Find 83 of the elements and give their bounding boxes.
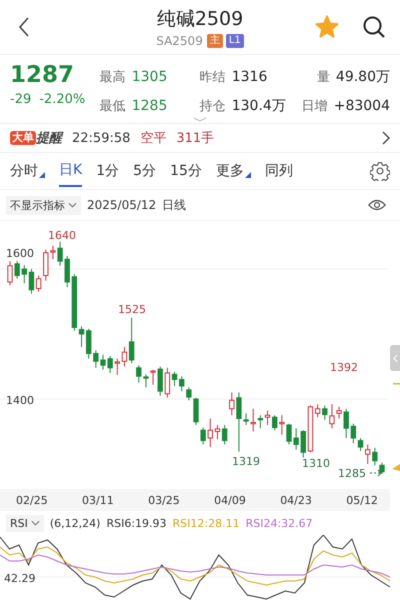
price-annotation: 1310 bbox=[302, 457, 330, 470]
price-annotation: 1640 bbox=[48, 229, 76, 242]
alert-bar[interactable]: 大单提醒 22:59:58 空平 311手 bbox=[0, 123, 400, 153]
date-axis-label: 02/25 bbox=[16, 494, 48, 506]
alert-time: 22:59:58 bbox=[72, 130, 130, 146]
stat-value: 1305 bbox=[132, 68, 168, 85]
contract-code: SA2509 bbox=[156, 34, 203, 48]
back-icon[interactable] bbox=[18, 16, 30, 38]
stat-label: 最高 bbox=[100, 68, 126, 86]
chart-period: 日线 bbox=[162, 196, 186, 214]
period-tab[interactable]: 5分 bbox=[133, 156, 156, 186]
price-axis-label: 1400 bbox=[6, 394, 34, 407]
rsi-value: RSI24:32.67 bbox=[246, 516, 313, 530]
indicator-dropdown[interactable]: 不显示指标 bbox=[6, 196, 81, 214]
price-axis-label: 1600 bbox=[6, 247, 34, 260]
stat-label: 最低 bbox=[100, 98, 126, 116]
candle bbox=[86, 328, 92, 360]
period-tab[interactable]: 分时 bbox=[10, 156, 45, 186]
star-icon[interactable] bbox=[314, 14, 340, 40]
market-badge: 主 bbox=[206, 34, 223, 48]
stat-label: 昨结 bbox=[200, 68, 226, 86]
candle bbox=[200, 427, 206, 445]
stat-value: +83004 bbox=[334, 98, 390, 114]
percent-change: -2.20% bbox=[39, 92, 86, 107]
candle bbox=[114, 358, 120, 376]
caret-icon bbox=[30, 520, 40, 526]
alert-title: 提醒 bbox=[36, 130, 62, 147]
period-tab[interactable]: 更多 bbox=[216, 156, 251, 186]
stat-label: 日增 bbox=[302, 98, 328, 116]
stat-value: 1285 bbox=[132, 98, 168, 114]
price-annotation: 1319 bbox=[232, 455, 260, 468]
date-axis-label: 04/09 bbox=[214, 494, 246, 506]
date-axis-label: 04/23 bbox=[280, 494, 312, 506]
candle bbox=[344, 408, 349, 438]
period-tab[interactable]: 1分 bbox=[96, 156, 120, 186]
candle bbox=[64, 256, 70, 288]
date-axis-label: 05/12 bbox=[346, 494, 378, 506]
indicator-selector[interactable]: RSI bbox=[6, 514, 44, 532]
date-axis-label: 03/25 bbox=[148, 494, 180, 506]
search-icon[interactable] bbox=[362, 15, 386, 39]
chart-date: 2025/05/12 bbox=[87, 198, 156, 212]
chevron-right-icon bbox=[382, 131, 390, 145]
stat-value: 130.4万 bbox=[232, 97, 286, 116]
stat-value: 1316 bbox=[232, 68, 268, 85]
stat-label: 量 bbox=[316, 68, 330, 86]
alert-tag: 大单 bbox=[10, 131, 36, 145]
candle bbox=[43, 249, 48, 282]
price-annotation: 1525 bbox=[118, 303, 146, 316]
candle bbox=[208, 418, 213, 448]
rsi-params: (6,12,24) bbox=[50, 516, 100, 530]
candle bbox=[158, 366, 163, 396]
candle bbox=[22, 264, 27, 284]
settings-icon[interactable] bbox=[370, 161, 390, 181]
side-handle[interactable] bbox=[390, 345, 400, 371]
period-tab[interactable]: 日K bbox=[59, 155, 82, 187]
stat-label: 持仓 bbox=[200, 98, 226, 116]
candle bbox=[250, 408, 256, 432]
candle bbox=[179, 376, 184, 392]
rsi-value: RSI12:28.11 bbox=[172, 516, 240, 530]
current-price-marker bbox=[392, 464, 400, 471]
price-change: -29 bbox=[10, 92, 32, 107]
candle bbox=[365, 444, 370, 464]
dashed-arrow-icon bbox=[370, 470, 382, 476]
period-tab[interactable]: 同列 bbox=[264, 156, 293, 186]
alert-action: 空平 bbox=[140, 130, 166, 147]
candle bbox=[272, 414, 278, 431]
rsi-axis-label: 42.29 bbox=[4, 572, 36, 585]
last-price: 1287 bbox=[10, 61, 76, 89]
eye-icon[interactable] bbox=[368, 199, 386, 211]
price-annotation: 1392 bbox=[330, 361, 358, 374]
candle bbox=[136, 364, 142, 384]
period-tab[interactable]: 15分 bbox=[170, 156, 202, 186]
price-annotation: 1285 bbox=[338, 467, 366, 480]
stat-value: 49.80万 bbox=[336, 68, 390, 86]
date-axis-label: 03/11 bbox=[82, 494, 114, 506]
rsi-value: RSI6:19.93 bbox=[106, 516, 167, 530]
candle bbox=[229, 392, 234, 416]
candle bbox=[322, 405, 328, 420]
candle bbox=[300, 430, 306, 458]
alert-volume: 311手 bbox=[176, 130, 214, 147]
market-badge: L1 bbox=[226, 34, 244, 48]
contract-title: 纯碱2509 bbox=[156, 7, 244, 32]
caret-icon bbox=[68, 202, 77, 208]
